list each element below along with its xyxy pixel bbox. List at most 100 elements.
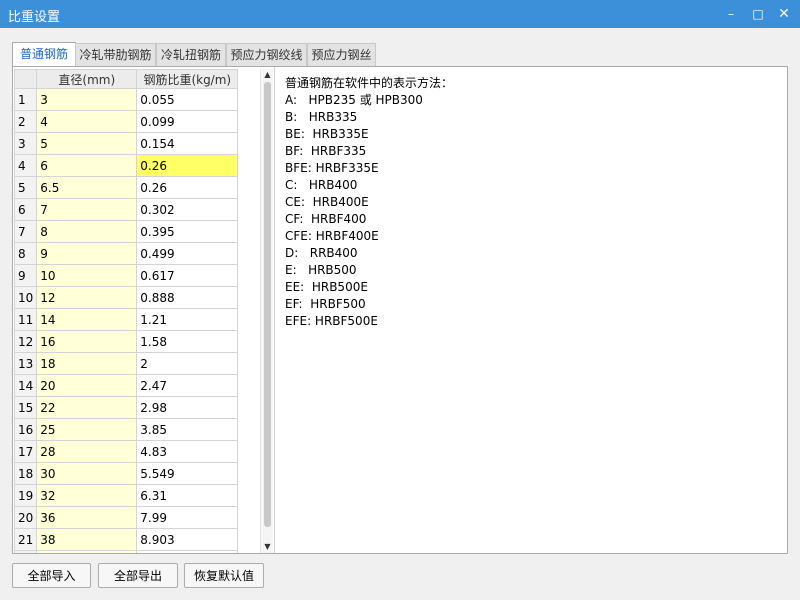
table-row[interactable]: 2 4 0.099 <box>14 110 239 133</box>
diameter-cell[interactable]: 30 <box>36 462 138 485</box>
diameter-cell[interactable]: 6.5 <box>36 176 138 199</box>
weight-cell[interactable]: 7.99 <box>136 506 239 529</box>
description-line: BFE: HRBF335E <box>285 161 379 175</box>
weight-cell[interactable]: 2.98 <box>136 396 239 419</box>
weight-cell[interactable]: 1.58 <box>136 330 239 353</box>
diameter-cell[interactable]: 28 <box>36 440 138 463</box>
weight-cell[interactable]: 1.21 <box>136 308 239 331</box>
table-row[interactable]: 6 7 0.302 <box>14 198 239 221</box>
scroll-up-icon[interactable]: ▲ <box>261 69 273 81</box>
maximize-icon[interactable]: □ <box>749 5 767 23</box>
weight-cell[interactable]: 5.549 <box>136 462 239 485</box>
weight-cell[interactable]: 0.499 <box>136 242 239 265</box>
tab-prestressed-strand[interactable]: 预应力钢绞线 <box>226 43 307 66</box>
row-number-cell: 21 <box>14 528 38 551</box>
row-number-cell: 7 <box>14 220 38 243</box>
table-row[interactable]: 11 14 1.21 <box>14 308 239 331</box>
table-row[interactable]: 12 16 1.58 <box>14 330 239 353</box>
weight-cell[interactable]: 3.85 <box>136 418 239 441</box>
diameter-cell[interactable]: 10 <box>36 264 138 287</box>
table-row[interactable]: 14 20 2.47 <box>14 374 239 397</box>
tab-prestressed-wire[interactable]: 预应力钢丝 <box>307 43 376 66</box>
row-number-cell: 6 <box>14 198 38 221</box>
window-title: 比重设置 <box>8 10 61 25</box>
tab-ordinary-rebar[interactable]: 普通钢筋 <box>12 42 76 67</box>
diameter-cell[interactable]: 8 <box>36 220 138 243</box>
diameter-cell[interactable]: 22 <box>36 396 138 419</box>
row-number-cell: 4 <box>14 154 38 177</box>
table-row[interactable]: 18 30 5.549 <box>14 462 239 485</box>
weight-cell[interactable]: 2.47 <box>136 374 239 397</box>
tab-cold-rolled-twisted[interactable]: 冷轧扭钢筋 <box>156 43 226 66</box>
export-all-button[interactable]: 全部导出 <box>98 563 178 588</box>
tab-cold-rolled-ribbed[interactable]: 冷轧带肋钢筋 <box>75 43 156 66</box>
import-all-button[interactable]: 全部导入 <box>12 563 91 588</box>
diameter-cell[interactable]: 40 <box>36 550 138 553</box>
weight-cell[interactable]: 9.87 <box>136 550 239 553</box>
diameter-cell[interactable]: 38 <box>36 528 138 551</box>
row-number-cell: 16 <box>14 418 38 441</box>
table-row[interactable]: 13 18 2 <box>14 352 239 375</box>
diameter-cell[interactable]: 7 <box>36 198 138 221</box>
diameter-cell[interactable]: 9 <box>36 242 138 265</box>
table-row[interactable]: 16 25 3.85 <box>14 418 239 441</box>
table-row[interactable]: 15 22 2.98 <box>14 396 239 419</box>
weight-cell[interactable]: 0.26 <box>136 154 239 177</box>
diameter-cell[interactable]: 32 <box>36 484 138 507</box>
weight-cell[interactable]: 0.395 <box>136 220 239 243</box>
table-row[interactable]: 4 6 0.26 <box>14 154 239 177</box>
table-row[interactable]: 19 32 6.31 <box>14 484 239 507</box>
diameter-cell[interactable]: 16 <box>36 330 138 353</box>
table-row[interactable]: 10 12 0.888 <box>14 286 239 309</box>
table-row[interactable]: 1 3 0.055 <box>14 88 239 111</box>
weight-cell[interactable]: 0.302 <box>136 198 239 221</box>
table-row[interactable]: 21 38 8.903 <box>14 528 239 551</box>
weight-cell[interactable]: 2 <box>136 352 239 375</box>
row-number-cell: 13 <box>14 352 38 375</box>
restore-default-button[interactable]: 恢复默认值 <box>184 563 264 588</box>
weight-table: 直径(mm) 钢筋比重(kg/m) 1 3 0.055 2 4 0.099 3 5 0.154 4… <box>14 69 239 553</box>
diameter-cell[interactable]: 12 <box>36 286 138 309</box>
table-row[interactable]: 20 36 7.99 <box>14 506 239 529</box>
table-row[interactable]: 9 10 0.617 <box>14 264 239 287</box>
weight-cell[interactable]: 0.888 <box>136 286 239 309</box>
table-row[interactable]: 22409.87 <box>14 550 239 553</box>
diameter-cell[interactable]: 5 <box>36 132 138 155</box>
diameter-cell[interactable]: 4 <box>36 110 138 133</box>
description-line: EF: HRBF500 <box>285 297 366 311</box>
table-row[interactable]: 17 28 4.83 <box>14 440 239 463</box>
minimize-icon[interactable]: – <box>722 5 740 23</box>
diameter-cell[interactable]: 6 <box>36 154 138 177</box>
weight-cell[interactable]: 4.83 <box>136 440 239 463</box>
weight-cell[interactable]: 0.26 <box>136 176 239 199</box>
weight-grid: 直径(mm) 钢筋比重(kg/m) 1 3 0.055 2 4 0.099 3 5 0.154 4… <box>14 69 273 553</box>
scroll-thumb[interactable] <box>264 82 271 527</box>
diameter-cell[interactable]: 3 <box>36 88 138 111</box>
diameter-cell[interactable]: 18 <box>36 352 138 375</box>
weight-cell[interactable]: 8.903 <box>136 528 239 551</box>
row-number-cell: 11 <box>14 308 38 331</box>
description-line: A: HPB235 或 HPB300 <box>285 93 423 107</box>
diameter-column-header: 直径(mm) <box>36 69 138 89</box>
description-line: CE: HRB400E <box>285 195 369 209</box>
row-number-cell: 3 <box>14 132 38 155</box>
diameter-cell[interactable]: 14 <box>36 308 138 331</box>
diameter-cell[interactable]: 20 <box>36 374 138 397</box>
table-row[interactable]: 8 9 0.499 <box>14 242 239 265</box>
vertical-scrollbar[interactable]: ▲ ▼ <box>260 69 273 553</box>
table-row[interactable]: 3 5 0.154 <box>14 132 239 155</box>
scroll-down-icon[interactable]: ▼ <box>261 541 273 553</box>
weight-cell[interactable]: 6.31 <box>136 484 239 507</box>
description-heading: 普通钢筋在软件中的表示方法： <box>285 76 454 90</box>
weight-cell[interactable]: 0.055 <box>136 88 239 111</box>
weight-cell[interactable]: 0.154 <box>136 132 239 155</box>
table-row[interactable]: 5 6.5 0.26 <box>14 176 239 199</box>
diameter-cell[interactable]: 25 <box>36 418 138 441</box>
row-number-cell: 18 <box>14 462 38 485</box>
weight-cell[interactable]: 0.617 <box>136 264 239 287</box>
diameter-cell[interactable]: 36 <box>36 506 138 529</box>
close-icon[interactable]: ✕ <box>775 5 793 23</box>
table-row[interactable]: 7 8 0.395 <box>14 220 239 243</box>
grade-description: 普通钢筋在软件中的表示方法： A: HPB235 或 HPB300 B: HRB3… <box>285 75 765 330</box>
weight-cell[interactable]: 0.099 <box>136 110 239 133</box>
